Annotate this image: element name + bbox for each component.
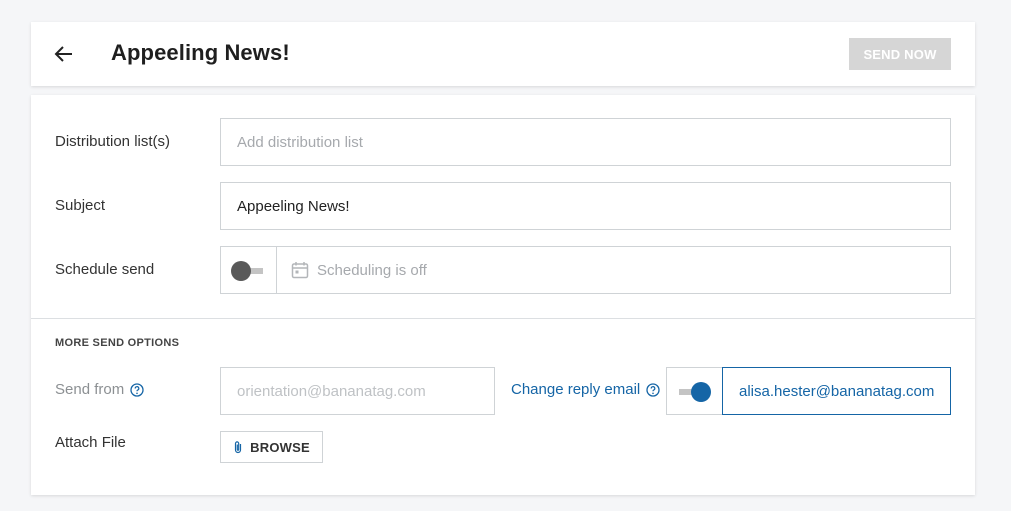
change-reply-email-label[interactable]: Change reply email [511,381,660,398]
distribution-list-label: Distribution list(s) [55,133,171,150]
send-from-field: orientation@bananatag.com [220,367,495,415]
calendar-icon [291,261,309,279]
browse-button-label[interactable]: BROWSE [250,440,310,455]
reply-email-value[interactable]: alisa.hester@bananatag.com [739,383,934,400]
schedule-send-label: Schedule send [55,261,155,278]
page-title: Appeeling News! [111,40,290,65]
help-circle-icon[interactable] [130,382,144,397]
send-from-label-text: Send from [55,381,125,398]
send-from-value: orientation@bananatag.com [237,382,426,400]
paperclip-icon [233,440,243,454]
subject-field[interactable] [220,182,951,230]
send-now-button[interactable]: SEND NOW [849,38,951,70]
attach-file-label: Attach File [55,434,126,451]
reply-email-field[interactable]: alisa.hester@bananatag.com [722,367,951,415]
toggle-knob [231,261,251,281]
arrow-left-icon[interactable] [52,42,76,66]
email-settings-form: Distribution list(s) Subject Schedule se… [31,95,975,495]
send-from-label: Send from [55,381,144,398]
more-send-options-heading: MORE SEND OPTIONS [55,337,180,349]
distribution-list-input[interactable] [237,133,934,151]
schedule-datetime-field[interactable]: Scheduling is off [276,246,951,294]
schedule-status-text: Scheduling is off [317,261,427,279]
distribution-list-field[interactable] [220,118,951,166]
subject-input[interactable] [237,197,934,215]
reply-email-toggle[interactable] [666,367,723,415]
section-divider [31,318,975,319]
subject-label: Subject [55,197,106,214]
toggle-knob [691,382,711,402]
header-bar: Appeeling News! SEND NOW [31,22,975,86]
change-reply-email-text[interactable]: Change reply email [511,381,640,398]
help-circle-icon[interactable] [646,382,660,397]
schedule-toggle[interactable] [220,246,277,294]
browse-button[interactable]: BROWSE [220,431,323,463]
